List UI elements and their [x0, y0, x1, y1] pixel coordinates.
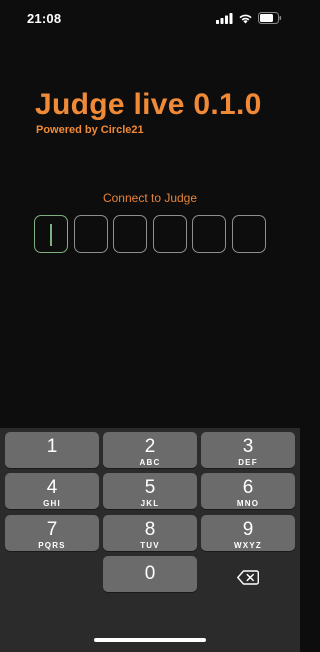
code-box-5[interactable] — [192, 215, 227, 253]
connect-label: Connect to Judge — [102, 191, 198, 205]
status-bar: 21:08 — [0, 0, 300, 36]
code-input-row[interactable] — [34, 215, 266, 253]
key-0[interactable]: 0 — [103, 556, 197, 592]
key-3[interactable]: 3 DEF — [201, 432, 295, 468]
backspace-icon — [237, 569, 259, 585]
status-time: 21:08 — [27, 11, 62, 26]
app-title: Judge live 0.1.0 — [35, 88, 262, 121]
key-8[interactable]: 8 TUV — [103, 515, 197, 551]
battery-icon — [258, 12, 282, 24]
key-4[interactable]: 4 GHI — [5, 473, 99, 509]
key-9[interactable]: 9 WXYZ — [201, 515, 295, 551]
app-subtitle: Powered by Circle21 — [36, 124, 144, 136]
code-box-1[interactable] — [34, 215, 68, 253]
numeric-keyboard: 1 2 ABC 3 DEF 4 GHI 5 JKL 6 MNO 7 PQRS 8… — [0, 428, 300, 652]
status-icons — [216, 12, 282, 24]
key-7[interactable]: 7 PQRS — [5, 515, 99, 551]
key-6[interactable]: 6 MNO — [201, 473, 295, 509]
code-box-3[interactable] — [113, 215, 148, 253]
signal-icon — [216, 12, 233, 24]
code-box-6[interactable] — [231, 215, 266, 253]
screen: 21:08 Judge live 0.1.0 Powered by Circle… — [0, 0, 300, 652]
text-caret — [50, 224, 52, 246]
code-box-2[interactable] — [73, 215, 108, 253]
backspace-button[interactable] — [201, 559, 295, 595]
code-box-4[interactable] — [152, 215, 187, 253]
key-2[interactable]: 2 ABC — [103, 432, 197, 468]
wifi-icon — [239, 14, 252, 23]
home-indicator[interactable] — [94, 638, 206, 642]
key-1[interactable]: 1 — [5, 432, 99, 468]
key-5[interactable]: 5 JKL — [103, 473, 197, 509]
